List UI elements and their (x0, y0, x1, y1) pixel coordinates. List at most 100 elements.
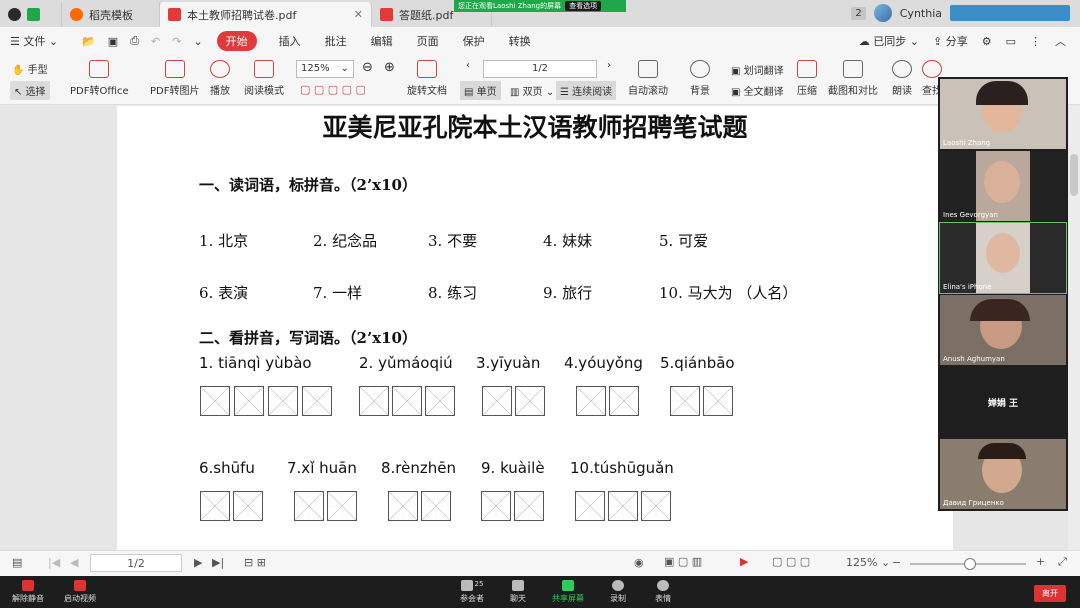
eye-icon[interactable]: ◉ (634, 556, 644, 569)
video-tile[interactable]: Ines Gevorgyan (940, 151, 1066, 221)
zoom-out-icon[interactable]: ⊖ (362, 60, 373, 75)
chat-button[interactable]: 聊天 (510, 580, 526, 604)
writing-box (482, 386, 512, 416)
video-tile[interactable]: Давид Гриценко (940, 439, 1066, 509)
video-tile[interactable]: Laoshi Zhang (940, 79, 1066, 149)
print-icon[interactable]: ⎙ (130, 34, 139, 48)
avatar[interactable] (873, 4, 892, 22)
pinyin-item: 3.yīyuàn (476, 354, 541, 372)
translate-all-button[interactable]: ▣ 全文翻译 (731, 83, 784, 98)
unmute-button[interactable]: 解除静音 (12, 580, 44, 604)
video-tile[interactable]: Elina's iPhone (939, 222, 1067, 294)
window-icon[interactable]: ▭ (1006, 35, 1016, 48)
writing-box (294, 491, 324, 521)
first-page-icon[interactable]: |◀ (48, 556, 60, 569)
double-page-button[interactable]: ▥ 双页 ⌄ (510, 83, 554, 98)
zoom-slider[interactable] (910, 558, 1026, 570)
participant-name-center: 婵娟 王 (987, 399, 1019, 409)
writing-box (641, 491, 671, 521)
menu-bar: ☰ 文件 ⌄ 📂 ▣ ⎙ ↶ ↷ ⌄ 开始 插入 批注 编辑 页面 保护 转换 … (0, 27, 1080, 55)
vertical-scrollbar[interactable] (1068, 106, 1080, 550)
window-thumb[interactable] (950, 5, 1070, 21)
view-options-button[interactable]: 查看选项 (565, 1, 602, 11)
view-mode-icons[interactable]: ▣ ▢ ▥ (664, 555, 702, 568)
pdf-to-image-button[interactable]: PDF转图片 (150, 60, 199, 97)
fit-width-icon[interactable]: ▢ ▢ ▢ ▢ ▢ (300, 83, 366, 96)
hand-tool[interactable]: ✋ 手型 (12, 61, 48, 76)
read-mode-button[interactable]: 阅读模式 (244, 60, 284, 97)
read-aloud-button[interactable]: 朗读 (892, 60, 912, 97)
zoom-in-button[interactable]: + (1036, 555, 1045, 568)
document-area: 亚美尼亚孔院本土汉语教师招聘笔试题 一、读词语，标拼音。（2’x10） 1. 北… (0, 106, 1080, 550)
participant-count: 25 (474, 580, 484, 588)
user-name[interactable]: Cynthia (900, 7, 942, 20)
background-button[interactable]: 背景 (690, 60, 710, 97)
menu-insert[interactable]: 插入 (279, 33, 301, 49)
zoom-out-button[interactable]: − (892, 556, 901, 569)
zoom-slider-thumb[interactable] (964, 558, 976, 570)
menu-protect[interactable]: 保护 (463, 33, 485, 49)
share-button[interactable]: ⇪ 分享 (933, 33, 968, 49)
status-page-input[interactable]: 1/2 (90, 554, 182, 572)
last-page-icon[interactable]: ▶| (212, 556, 224, 569)
fit-icons[interactable]: ▢ ▢ ▢ (772, 555, 810, 568)
reactions-button[interactable]: 表情 (655, 580, 671, 604)
screenshot-compare-button[interactable]: 截图和对比 (828, 60, 878, 97)
collapse-icon[interactable]: ︿ (1055, 33, 1066, 49)
sync-status[interactable]: ☁ 已同步 ⌄ (859, 33, 919, 49)
tab-start[interactable]: 开始 (216, 31, 257, 51)
tab-templates[interactable]: 稻壳模板 (62, 2, 160, 27)
pinyin-item: 8.rènzhēn (381, 459, 456, 477)
compress-button[interactable]: 压缩 (797, 60, 817, 97)
undo-icon[interactable]: ↶ (151, 35, 160, 48)
share-screen-button[interactable]: 共享屏幕 (552, 580, 584, 604)
leave-button[interactable]: 离开 (1034, 585, 1066, 602)
record-icon (612, 580, 624, 591)
smile-icon (657, 580, 669, 591)
zoom-select[interactable]: 125% ⌄ (296, 60, 354, 78)
menu-convert[interactable]: 转换 (509, 33, 531, 49)
prev-page-icon[interactable]: ‹ (466, 60, 470, 71)
writing-box (268, 386, 298, 416)
redo-icon[interactable]: ↷ (172, 35, 181, 48)
close-icon[interactable]: ✕ (354, 8, 363, 21)
record-button[interactable]: 录制 (610, 580, 626, 604)
window-count-badge[interactable]: 2 (851, 6, 866, 20)
play-button[interactable]: 播放 (210, 60, 230, 97)
fullscreen-icon[interactable]: ⤢ (1058, 555, 1067, 569)
scrollbar-thumb[interactable] (1070, 154, 1078, 196)
hamburger-icon[interactable]: ☰ 文件 ⌄ (10, 33, 58, 49)
gear-icon[interactable]: ⚙ (982, 35, 992, 48)
more-icon[interactable]: ⌄ (193, 35, 202, 48)
menu-comment[interactable]: 批注 (325, 33, 347, 49)
tab-home[interactable] (0, 2, 62, 27)
menu-edit[interactable]: 编辑 (371, 33, 393, 49)
file-menu[interactable]: 文件 (23, 35, 45, 48)
pdf-to-office-button[interactable]: PDF转Office (70, 60, 129, 97)
page-input[interactable]: 1/2 (483, 60, 597, 78)
more-options-icon[interactable]: ⋮ (1030, 35, 1041, 48)
video-tile[interactable]: 婵娟 王 (940, 367, 1066, 437)
writing-box (425, 386, 455, 416)
start-video-button[interactable]: 启动视频 (64, 580, 96, 604)
next-page-icon[interactable]: ▶ (194, 556, 202, 569)
continuous-read-button[interactable]: ☰ 连续阅读 (556, 81, 617, 100)
single-page-button[interactable]: ▤ 单页 (460, 81, 501, 100)
translate-word-button[interactable]: ▣ 划词翻译 (731, 62, 784, 77)
zoom-in-icon[interactable]: ⊕ (384, 60, 395, 75)
status-zoom[interactable]: 125% ⌄ (846, 556, 890, 569)
back-icon[interactable]: ⊟ ⊞ (244, 556, 266, 569)
menu-page[interactable]: 页面 (417, 33, 439, 49)
rotate-button[interactable]: 旋转文档 (407, 60, 447, 97)
save-icon[interactable]: ▣ (108, 35, 118, 48)
select-tool[interactable]: ↖ 选择 (10, 81, 50, 100)
video-tile[interactable]: Anush Aghumyan (940, 295, 1066, 365)
auto-scroll-button[interactable]: 自动滚动 (628, 60, 668, 97)
sidebar-toggle-icon[interactable]: ▤ (12, 556, 22, 569)
play-icon[interactable]: ▶ (740, 555, 748, 568)
next-page-icon[interactable]: › (607, 60, 611, 71)
open-icon[interactable]: 📂 (82, 35, 96, 48)
participants-button[interactable]: 25 参会者 (460, 580, 484, 604)
prev-page-icon[interactable]: ◀ (70, 556, 78, 569)
tab-exam-pdf[interactable]: 本土教师招聘试卷.pdf ✕ (160, 2, 372, 27)
